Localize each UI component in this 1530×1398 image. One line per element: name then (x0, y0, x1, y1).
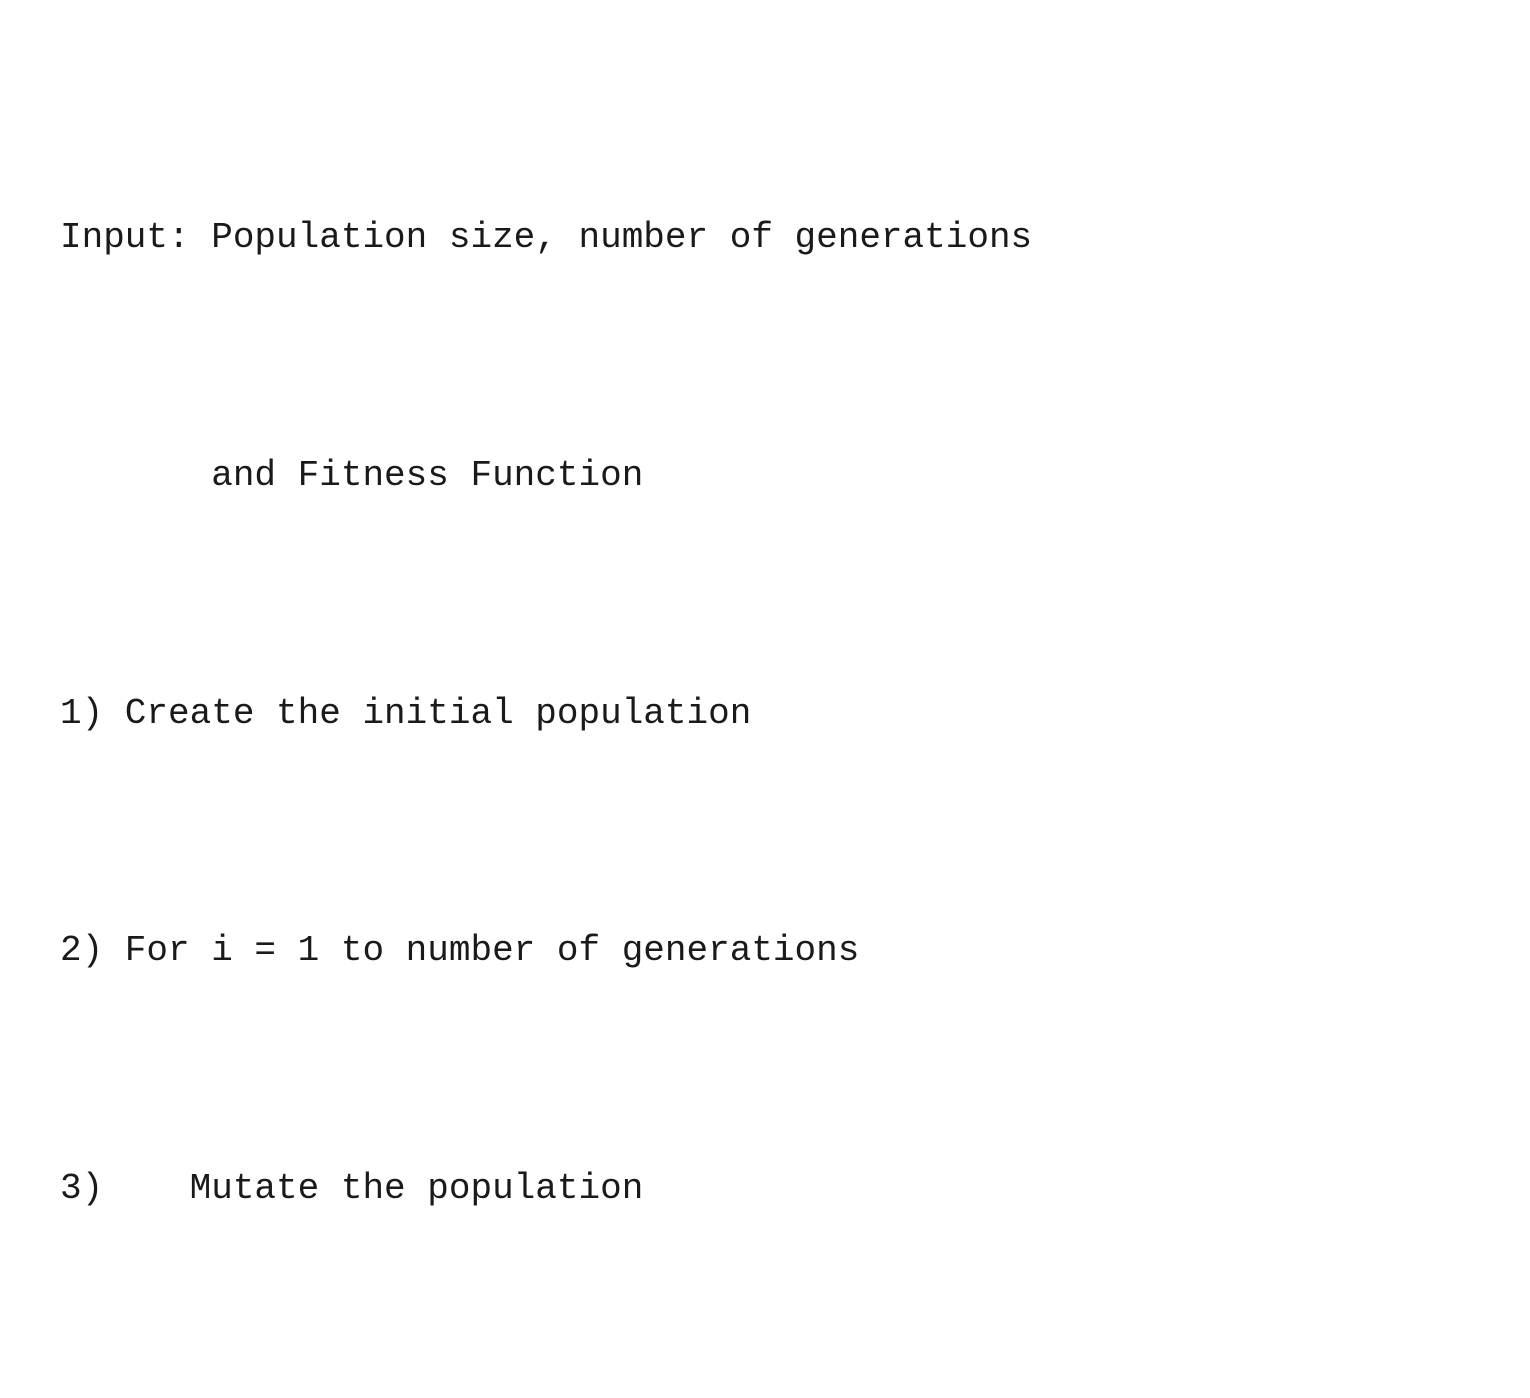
pseudocode-block: Input: Population size, number of genera… (60, 40, 1470, 1398)
pseudocode-line: 1) Create the initial population (60, 674, 1470, 753)
pseudocode-line: Input: Population size, number of genera… (60, 198, 1470, 277)
pseudocode-line: 2) For i = 1 to number of generations (60, 911, 1470, 990)
pseudocode-line: and Fitness Function (60, 436, 1470, 515)
pseudocode-line: 3) Mutate the population (60, 1149, 1470, 1228)
pseudocode-line: 4) Apply Tournament Selection (60, 1386, 1470, 1398)
